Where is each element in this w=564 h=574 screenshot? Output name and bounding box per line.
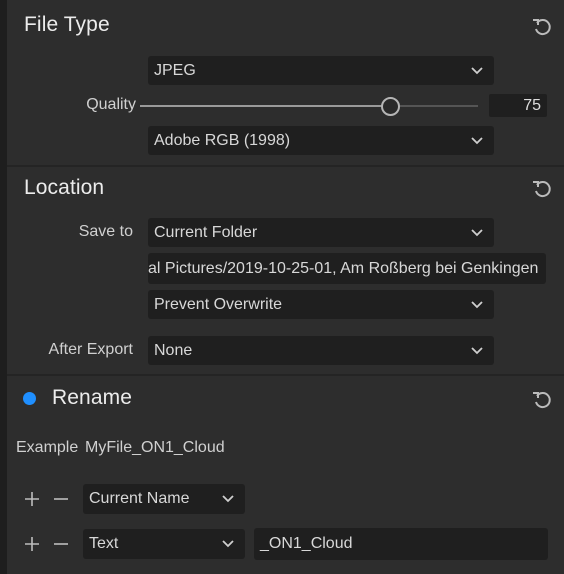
format-dropdown-value: JPEG <box>154 62 196 79</box>
rename-token-value: Current Name <box>89 490 190 507</box>
rename-token-value: Text <box>89 535 119 552</box>
after-export-label: After Export <box>48 341 133 358</box>
chevron-down-icon <box>470 299 484 311</box>
example-value: MyFile_ON1_Cloud <box>85 439 225 456</box>
quality-slider-thumb[interactable] <box>381 97 400 116</box>
chevron-down-icon <box>470 345 484 357</box>
save-to-label: Save to <box>78 223 133 240</box>
file-type-title: File Type <box>24 13 110 36</box>
plus-icon[interactable] <box>24 536 40 552</box>
quality-value-input[interactable]: 75 <box>489 94 547 117</box>
rename-token-dropdown[interactable]: Text <box>83 529 245 559</box>
location-reset-icon[interactable] <box>531 178 553 200</box>
chevron-down-icon <box>221 493 235 505</box>
minus-icon[interactable] <box>53 491 69 507</box>
rename-title: Rename <box>52 386 132 409</box>
example-label: Example <box>16 439 79 456</box>
save-path-value: al Pictures/2019-10-25-01, Am Roßberg be… <box>148 260 539 277</box>
color-space-dropdown-value: Adobe RGB (1998) <box>154 132 291 149</box>
file-type-reset-icon[interactable] <box>531 16 553 38</box>
left-panel-edge <box>0 0 7 574</box>
save-to-dropdown[interactable]: Current Folder <box>148 218 494 247</box>
chevron-down-icon <box>470 227 484 239</box>
rename-reset-icon[interactable] <box>531 389 553 411</box>
rename-enabled-indicator[interactable] <box>23 392 36 405</box>
save-to-dropdown-value: Current Folder <box>154 224 258 241</box>
save-path-field[interactable]: al Pictures/2019-10-25-01, Am Roßberg be… <box>148 253 546 284</box>
chevron-down-icon <box>221 538 235 550</box>
chevron-down-icon <box>470 135 484 147</box>
overwrite-dropdown-value: Prevent Overwrite <box>154 296 283 313</box>
minus-icon[interactable] <box>53 536 69 552</box>
location-title: Location <box>24 176 105 199</box>
plus-icon[interactable] <box>24 491 40 507</box>
quality-slider-track-empty[interactable] <box>390 105 478 107</box>
rename-token-dropdown[interactable]: Current Name <box>83 484 245 514</box>
color-space-dropdown[interactable]: Adobe RGB (1998) <box>148 126 494 155</box>
rename-text-input[interactable]: _ON1_Cloud <box>254 528 548 560</box>
quality-label: Quality <box>86 96 136 113</box>
overwrite-dropdown[interactable]: Prevent Overwrite <box>148 290 494 319</box>
after-export-dropdown-value: None <box>154 342 193 359</box>
chevron-down-icon <box>470 65 484 77</box>
after-export-dropdown[interactable]: None <box>148 336 494 365</box>
quality-slider-track-filled[interactable] <box>140 105 390 107</box>
format-dropdown[interactable]: JPEG <box>148 56 494 85</box>
